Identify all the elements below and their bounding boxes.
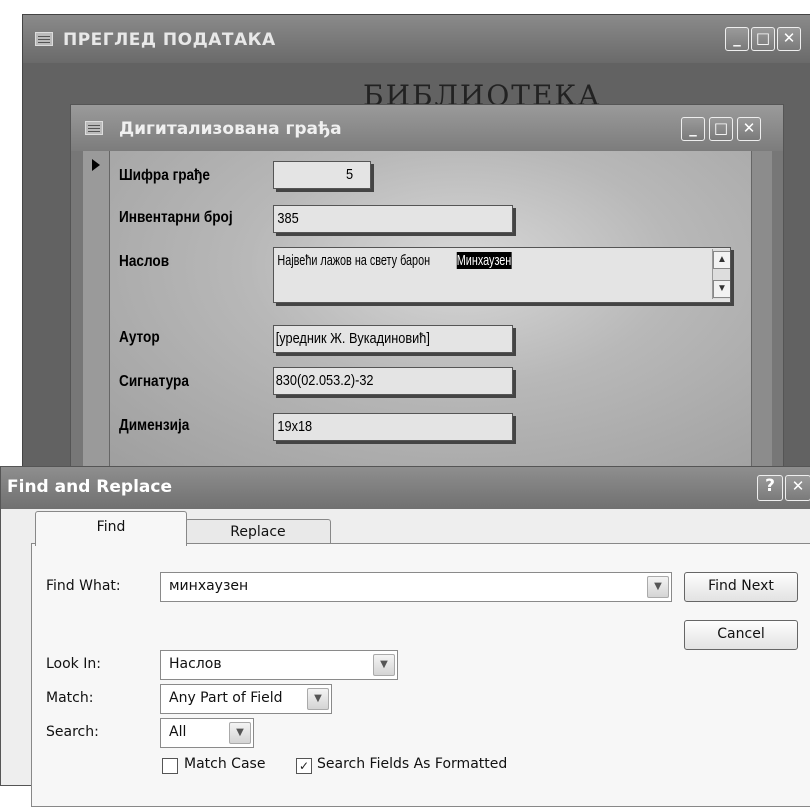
field-naslov[interactable]: Највећи лажов на свету барон Минхаузен ▲… [273, 247, 731, 303]
outer-window-title: ПРЕГЛЕД ПОДАТАКА [63, 30, 276, 50]
field-dimenzija[interactable]: 19x18 [273, 413, 513, 441]
tab-replace[interactable]: Replace [185, 519, 331, 546]
search-select[interactable]: All ▼ [160, 718, 254, 748]
match-label: Match: [46, 690, 94, 706]
label-naslov: Наслов [119, 253, 170, 270]
field-naslov-text: Највећи лажов на свету барон Минхаузен [274, 248, 521, 269]
find-what-input[interactable]: минхаузен ▼ [160, 572, 672, 602]
record-selector[interactable] [83, 151, 110, 477]
field-dimenzija-value: 19x18 [277, 418, 313, 435]
label-dimenzija: Димензија [119, 417, 190, 434]
field-signatura-value: 830(02.053.2)-32 [275, 372, 374, 389]
form-scrollbar[interactable] [751, 151, 772, 477]
search-formatted-label: Search Fields As Formatted [317, 756, 508, 772]
outer-title-bar[interactable]: ПРЕГЛЕД ПОДАТАКА _ □ ✕ [23, 15, 810, 63]
field-autor[interactable]: [уредник Ж. Вукадиновић] [273, 325, 513, 353]
outer-maximize-button[interactable]: □ [751, 27, 775, 51]
chevron-down-icon[interactable]: ▼ [229, 722, 251, 744]
record-selector-icon [92, 159, 100, 171]
naslov-scrollbar[interactable]: ▲ ▼ [712, 249, 730, 299]
form-body: Шифра грађе 5 Инвентарни број 385 Наслов… [83, 151, 772, 477]
outer-minimize-button[interactable]: _ [725, 27, 749, 51]
label-sifra: Шифра грађе [119, 167, 210, 184]
dialog-title-bar[interactable]: Find and Replace ? ✕ [1, 467, 810, 509]
find-what-label: Find What: [46, 578, 121, 594]
field-naslov-value: Највећи лажов на свету барон [277, 252, 431, 269]
find-tab-panel: Find What: минхаузен ▼ Find Next Cancel … [31, 543, 810, 807]
find-what-value: минхаузен [169, 578, 249, 594]
search-value: All [169, 724, 187, 740]
chevron-down-icon[interactable]: ▼ [373, 654, 395, 676]
dialog-close-button[interactable]: ✕ [785, 475, 810, 501]
form-minimize-button[interactable]: _ [681, 117, 705, 141]
form-icon [35, 32, 53, 46]
look-in-label: Look In: [46, 656, 101, 672]
field-signatura[interactable]: 830(02.053.2)-32 [273, 367, 513, 395]
match-select[interactable]: Any Part of Field ▼ [160, 684, 332, 714]
tab-find[interactable]: Find [35, 511, 187, 546]
chevron-down-icon[interactable]: ▼ [307, 688, 329, 710]
look-in-value: Наслов [169, 656, 222, 672]
search-formatted-checkbox[interactable]: ✓ [296, 758, 312, 774]
search-label: Search: [46, 724, 99, 740]
field-autor-value: [уредник Ж. Вукадиновић] [275, 330, 430, 347]
cancel-button[interactable]: Cancel [684, 620, 798, 650]
field-inventar-value: 385 [277, 210, 299, 227]
match-case-checkbox[interactable] [162, 758, 178, 774]
find-next-button[interactable]: Find Next [684, 572, 798, 602]
form-maximize-button[interactable]: □ [709, 117, 733, 141]
arrow-up-icon[interactable]: ▲ [713, 251, 730, 269]
label-signatura: Сигнатура [119, 373, 189, 390]
form-window: Дигитализована грађа _ □ ✕ Шифра грађе 5… [70, 104, 784, 478]
field-sifra-value: 5 [345, 166, 353, 183]
form-close-button[interactable]: ✕ [737, 117, 761, 141]
look-in-select[interactable]: Наслов ▼ [160, 650, 398, 680]
form-window-title: Дигитализована грађа [119, 119, 342, 139]
label-inventar: Инвентарни број [119, 209, 233, 226]
match-case-label: Match Case [184, 756, 266, 772]
field-sifra[interactable]: 5 [273, 161, 371, 189]
match-value: Any Part of Field [169, 690, 283, 706]
help-button[interactable]: ? [757, 475, 783, 501]
checkmark-icon: ✓ [298, 759, 310, 773]
dialog-title: Find and Replace [7, 477, 172, 497]
arrow-down-icon[interactable]: ▼ [713, 280, 730, 298]
form-title-bar[interactable]: Дигитализована грађа _ □ ✕ [71, 105, 783, 151]
label-autor: Аутор [119, 329, 160, 346]
field-inventar[interactable]: 385 [273, 205, 513, 233]
field-naslov-highlight: Минхаузен [457, 252, 512, 269]
form-icon [85, 121, 103, 135]
outer-close-button[interactable]: ✕ [777, 27, 801, 51]
chevron-down-icon[interactable]: ▼ [647, 576, 669, 598]
find-replace-dialog: Find and Replace ? ✕ Find Replace Find W… [0, 466, 810, 807]
